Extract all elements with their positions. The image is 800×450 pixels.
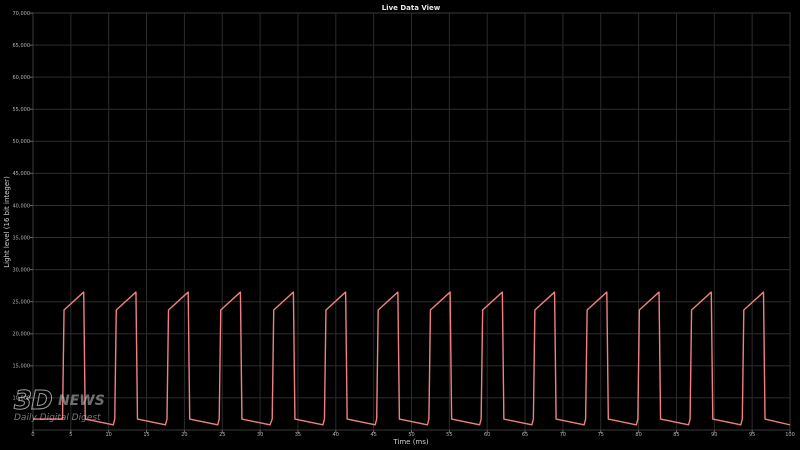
grid [32, 12, 791, 431]
x-tick-label: 100 [785, 432, 795, 438]
y-tick-label: 45,000 [13, 171, 31, 177]
x-tick-label: 70 [560, 432, 566, 438]
x-tick-label: 90 [711, 432, 717, 438]
chart: 0 5 10 15 20 25 30 35 40 45 50 55 60 65 70 75 80 85 90 95 10… [0, 0, 800, 450]
x-tick-label: 30 [257, 432, 263, 438]
x-tick-label: 40 [333, 432, 339, 438]
x-tick-label: 0 [31, 432, 34, 438]
x-tick-label: 5 [69, 432, 72, 438]
x-axis-label: Time (ms) [392, 438, 429, 446]
y-tick-label: 30,000 [13, 267, 31, 273]
chart-title: Live Data View [382, 4, 441, 12]
y-tick-label: 15,000 [13, 364, 31, 370]
y-tick-label: 55,000 [13, 107, 31, 113]
y-axis-label: Light level (16 bit integer) [3, 176, 11, 268]
x-tick-label: 45 [370, 432, 376, 438]
y-tick-label: 10,000 [13, 396, 31, 402]
x-tick-label: 20 [181, 432, 187, 438]
y-tick-label: 60,000 [13, 75, 31, 81]
x-tick-label: 25 [219, 432, 225, 438]
x-tick-label: 85 [673, 432, 679, 438]
x-tick-label: 60 [484, 432, 490, 438]
x-tick-label: 15 [143, 432, 149, 438]
y-tick-label: 35,000 [13, 235, 31, 241]
y-tick-label: 70,000 [13, 11, 31, 17]
y-tick-label: 20,000 [13, 332, 31, 338]
y-tick-label: 25,000 [13, 299, 31, 305]
x-tick-label: 80 [635, 432, 641, 438]
chart-background [0, 0, 800, 450]
x-tick-label: 10 [106, 432, 112, 438]
x-tick-label: 35 [295, 432, 301, 438]
y-tick-label: 50,000 [13, 139, 31, 145]
x-tick-label: 55 [446, 432, 452, 438]
x-tick-label: 75 [598, 432, 604, 438]
x-tick-label: 65 [522, 432, 528, 438]
x-tick-label: 95 [749, 432, 755, 438]
y-tick-label: 65,000 [13, 43, 31, 49]
y-tick-label: 40,000 [13, 203, 31, 209]
